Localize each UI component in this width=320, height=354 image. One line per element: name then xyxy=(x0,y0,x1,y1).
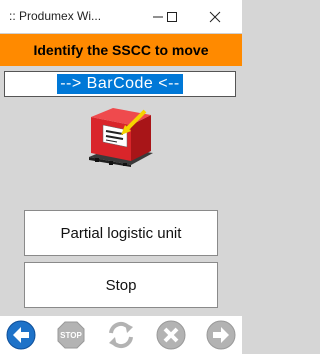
refresh-icon xyxy=(109,321,133,349)
cancel-x-icon xyxy=(156,320,186,350)
stop-sign-text: STOP xyxy=(60,331,82,340)
maximize-button[interactable] xyxy=(155,0,189,33)
title-bar: :: Produmex Wi... xyxy=(0,0,242,34)
back-button[interactable] xyxy=(4,318,38,352)
barcode-input[interactable]: --> BarCode <-- xyxy=(4,71,236,97)
footer-toolbar: STOP xyxy=(0,316,242,354)
instruction-banner: Identify the SSCC to move xyxy=(0,34,242,66)
maximize-icon xyxy=(167,11,177,22)
pallet-icon xyxy=(89,108,153,167)
close-button[interactable] xyxy=(198,0,232,33)
close-icon xyxy=(209,11,221,22)
refresh-button[interactable] xyxy=(104,318,138,352)
forward-button[interactable] xyxy=(204,318,238,352)
stop-button[interactable]: Stop xyxy=(24,262,218,308)
stop-sign-button[interactable]: STOP xyxy=(54,318,88,352)
stop-sign-icon: STOP xyxy=(57,321,85,349)
forward-arrow-icon xyxy=(206,320,236,350)
barcode-input-value: --> BarCode <-- xyxy=(57,74,183,94)
back-arrow-icon xyxy=(6,320,36,350)
window-title: :: Produmex Wi... xyxy=(9,9,102,23)
partial-logistic-unit-button[interactable]: Partial logistic unit xyxy=(24,210,218,256)
cancel-button[interactable] xyxy=(154,318,188,352)
